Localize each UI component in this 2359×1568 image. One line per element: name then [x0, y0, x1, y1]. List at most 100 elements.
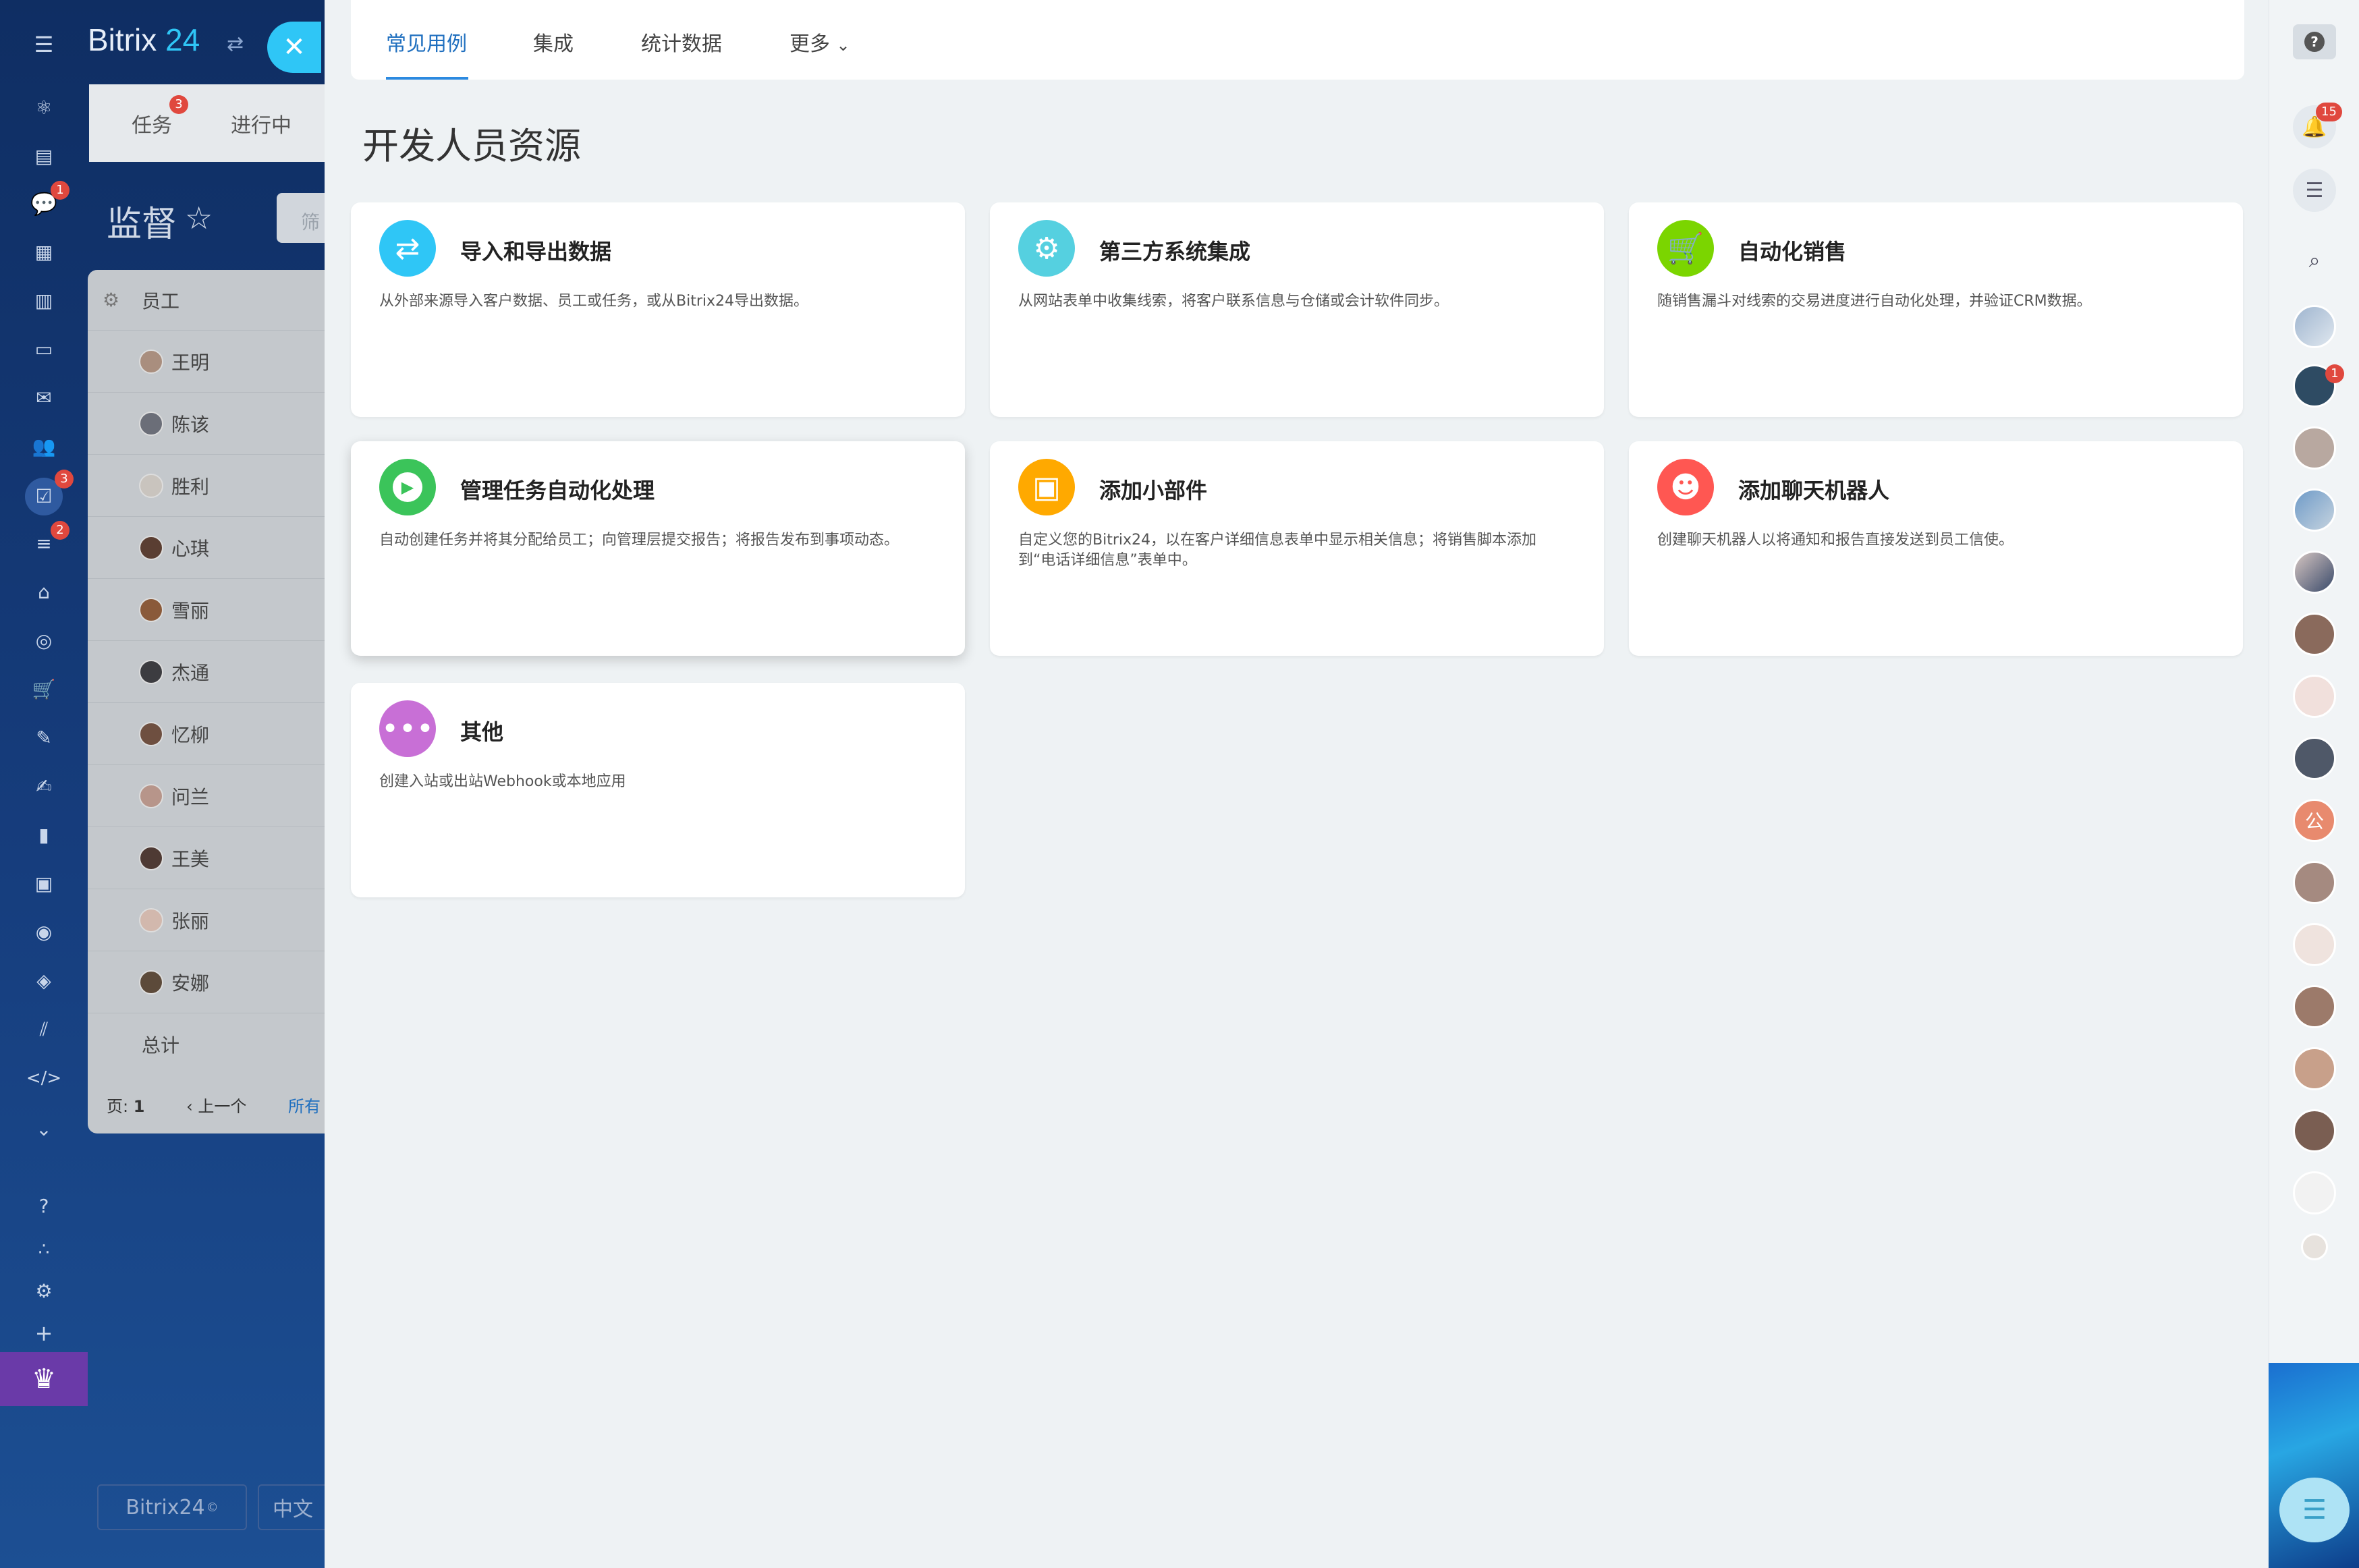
- table-row[interactable]: 张丽: [88, 889, 331, 951]
- table-row[interactable]: 雪丽: [88, 579, 331, 641]
- card-task-automation[interactable]: ▶ 管理任务自动化处理 自动创建任务并将其分配给员工；向管理层提交报告；将报告发…: [351, 441, 965, 656]
- employee-name: 杰通: [171, 661, 210, 684]
- mail-icon[interactable]: ✉: [29, 383, 59, 413]
- table-row[interactable]: 王明: [88, 331, 331, 393]
- funnel-icon[interactable]: ≡ 2: [29, 521, 70, 559]
- page-label: 页:: [107, 1097, 129, 1116]
- avatar: [139, 783, 163, 808]
- question-icon: ?: [2304, 32, 2325, 52]
- menu-icon[interactable]: ☰: [29, 30, 59, 59]
- avatar: [139, 411, 163, 436]
- settings-icon[interactable]: ⚙: [29, 1277, 59, 1306]
- table-row[interactable]: 杰通: [88, 641, 331, 703]
- table-row[interactable]: 安娜: [88, 951, 331, 1013]
- bitrix24-bottom-button[interactable]: Bitrix24 ©: [97, 1484, 247, 1530]
- avatar: [139, 845, 163, 870]
- sign-icon[interactable]: ✍: [29, 772, 59, 802]
- drive-icon[interactable]: ▭: [29, 335, 59, 364]
- total-label: 总计: [142, 1034, 180, 1057]
- table-row[interactable]: 王美: [88, 827, 331, 889]
- edit-icon[interactable]: ✎: [29, 723, 59, 753]
- card-sales-automation[interactable]: 🛒 自动化销售 随销售漏斗对线索的交易进度进行自动化处理，并验证CRM数据。: [1629, 202, 2243, 417]
- search-icon[interactable]: ⌕: [2293, 239, 2336, 282]
- avatar[interactable]: [2293, 923, 2336, 966]
- card-description: 随销售漏斗对线索的交易进度进行自动化处理，并验证CRM数据。: [1657, 293, 2092, 310]
- star-icon[interactable]: ☆: [185, 200, 213, 236]
- chat-bubble-icon[interactable]: ☰: [2293, 169, 2336, 212]
- bg-tab-label: 任务: [132, 113, 172, 138]
- card-add-widget[interactable]: ▣ 添加小部件 自定义您的Bitrix24，以在客户详细信息表单中显示相关信息；…: [990, 441, 1604, 656]
- bot-icon[interactable]: ◉: [29, 918, 59, 947]
- avatar[interactable]: [2293, 426, 2336, 470]
- card-other[interactable]: ••• 其他 创建入站或出站Webhook或本地应用: [351, 683, 965, 897]
- total-row: 总计: [88, 1013, 331, 1075]
- bg-tab-tasks[interactable]: 任务 3: [89, 84, 231, 162]
- avatar[interactable]: [2293, 1109, 2336, 1152]
- target-icon[interactable]: ◎: [29, 626, 59, 656]
- tasks-board-icon[interactable]: ▤: [29, 142, 59, 171]
- tasks-icon[interactable]: ☑ 3: [25, 470, 74, 515]
- add-icon[interactable]: +: [29, 1318, 59, 1348]
- table-row[interactable]: 陈该: [88, 393, 331, 455]
- card-add-chatbot[interactable]: ☻ 添加聊天机器人 创建聊天机器人以将通知和报告直接发送到员工信使。: [1629, 441, 2243, 656]
- card-title: 添加聊天机器人: [1738, 478, 1890, 503]
- contacts-icon[interactable]: 👥: [29, 432, 59, 461]
- prev-link[interactable]: 上一个: [198, 1097, 246, 1116]
- card-import-export[interactable]: ⇄ 导入和导出数据 从外部来源导入客户数据、员工或任务，或从Bitrix24导出…: [351, 202, 965, 417]
- switch-icon[interactable]: ⇄: [227, 32, 244, 56]
- shop-cart-icon[interactable]: 🛒: [29, 675, 59, 704]
- avatar: [139, 535, 163, 560]
- close-icon[interactable]: ✕: [267, 22, 321, 73]
- help-icon[interactable]: ?: [29, 1192, 59, 1221]
- crown-icon[interactable]: ♛: [0, 1352, 88, 1406]
- analytics-icon[interactable]: ▮: [29, 820, 59, 850]
- tab-common-cases[interactable]: 常见用例: [386, 27, 467, 57]
- table-row[interactable]: 忆柳: [88, 703, 331, 765]
- bg-tab-inprogress[interactable]: 进行中: [231, 84, 325, 162]
- employee-name: 陈该: [171, 413, 210, 436]
- avatar[interactable]: [2293, 488, 2336, 532]
- calendar-icon[interactable]: ▦: [29, 237, 59, 267]
- gear-icon[interactable]: ⚙: [103, 289, 119, 311]
- card-third-party[interactable]: ⚙ 第三方系统集成 从网站表单中收集线索，将客户联系信息与仓储或会计软件同步。: [990, 202, 1604, 417]
- feed-icon[interactable]: ⚛: [29, 93, 59, 123]
- avatar[interactable]: [2293, 305, 2336, 348]
- avatar: [139, 473, 163, 498]
- notification-badge: 15: [2316, 103, 2342, 121]
- code-icon[interactable]: </>: [26, 1063, 61, 1093]
- card-title: 第三方系统集成: [1099, 239, 1251, 264]
- avatar[interactable]: [2293, 861, 2336, 904]
- bg-tab-label: 进行中: [231, 113, 292, 138]
- avatar[interactable]: [2293, 737, 2336, 780]
- prev-chevron-icon[interactable]: ‹: [186, 1097, 193, 1116]
- tab-integration[interactable]: 集成: [533, 27, 574, 57]
- all-link[interactable]: 所有: [288, 1097, 321, 1116]
- avatar[interactable]: [2293, 1171, 2336, 1214]
- tab-statistics[interactable]: 统计数据: [641, 27, 722, 57]
- avatar[interactable]: [2293, 613, 2336, 656]
- avatar[interactable]: [2301, 1233, 2328, 1260]
- box-icon[interactable]: ◈: [29, 966, 59, 996]
- avatar[interactable]: [2293, 1047, 2336, 1090]
- tab-more[interactable]: 更多 ⌄: [789, 27, 850, 57]
- open-chat-list-icon[interactable]: ☰: [2279, 1478, 2350, 1542]
- logo-text: Bitrix: [88, 22, 157, 57]
- more-down-icon[interactable]: ⌄: [29, 1115, 59, 1144]
- avatar[interactable]: [2293, 675, 2336, 718]
- arrows-swap-icon: ⇄: [379, 220, 436, 277]
- table-row[interactable]: 胜利: [88, 455, 331, 517]
- chat-icon[interactable]: 💬 1: [29, 181, 70, 219]
- table-row[interactable]: 心琪: [88, 517, 331, 579]
- automation-icon[interactable]: ⫽: [29, 1015, 59, 1044]
- bg-table-header: ⚙ 员工: [88, 270, 331, 331]
- company-icon[interactable]: ⌂: [29, 578, 59, 607]
- document-icon[interactable]: ▥: [29, 286, 59, 316]
- card-title: 导入和导出数据: [460, 239, 612, 264]
- card-icon[interactable]: ▣: [29, 869, 59, 899]
- network-icon[interactable]: ∴: [29, 1235, 59, 1264]
- avatar[interactable]: [2293, 551, 2336, 594]
- table-row[interactable]: 问兰: [88, 765, 331, 827]
- avatar[interactable]: [2293, 985, 2336, 1028]
- group-chat-avatar[interactable]: 公: [2293, 799, 2336, 842]
- help-icon[interactable]: ?: [2293, 24, 2336, 59]
